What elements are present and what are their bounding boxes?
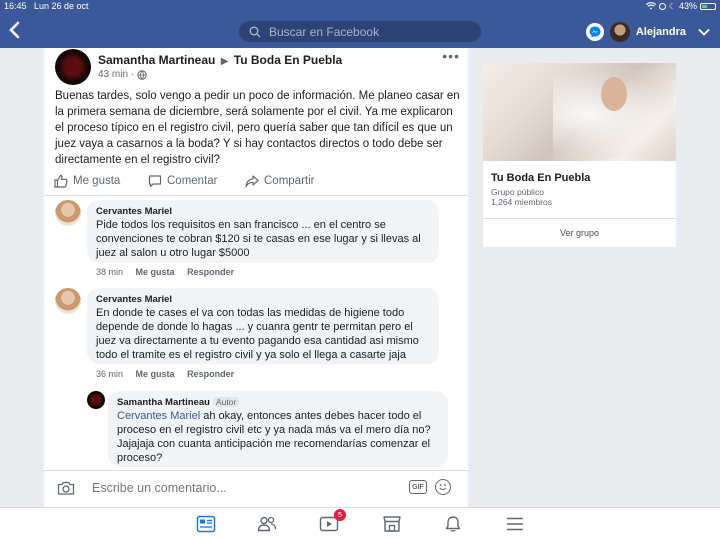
author-avatar[interactable] bbox=[55, 49, 91, 85]
mention-link[interactable]: Cervantes Mariel bbox=[117, 410, 200, 422]
search-bar[interactable]: Buscar en Facebook bbox=[239, 21, 481, 42]
status-indicators: ☾ 43% bbox=[645, 1, 716, 11]
post-author[interactable]: Samantha Martineau bbox=[98, 53, 215, 67]
comment-bubble: Cervantes Mariel En donde te cases el va… bbox=[87, 288, 439, 364]
comment-like-button[interactable]: Me gusta bbox=[136, 369, 175, 379]
user-avatar[interactable] bbox=[609, 22, 630, 42]
comment-text: Pide todos los requisitos en san francis… bbox=[96, 219, 421, 259]
lock-rotation-icon bbox=[658, 2, 666, 10]
author-badge: Autor bbox=[212, 397, 240, 407]
status-time: 16:45 bbox=[4, 1, 27, 11]
post-actions: Me gusta Comentar Compartir bbox=[44, 168, 468, 196]
comment-time: 38 min bbox=[96, 267, 124, 277]
more-options-icon[interactable]: ••• bbox=[442, 48, 460, 64]
news-feed-icon[interactable] bbox=[196, 515, 216, 533]
like-button[interactable]: Me gusta bbox=[54, 174, 120, 188]
post-text: Buenas tardes, solo vengo a pedir un poc… bbox=[55, 90, 460, 166]
user-area[interactable]: Alejandra bbox=[585, 21, 710, 43]
group-type: Grupo público bbox=[491, 187, 544, 197]
chevron-down-icon[interactable] bbox=[698, 28, 710, 36]
post-header: Samantha Martineau ▶ Tu Boda En Puebla 4… bbox=[44, 48, 468, 88]
comment-time: 36 min bbox=[96, 369, 124, 379]
view-group-button[interactable]: Ver grupo bbox=[483, 218, 676, 246]
commenter-name[interactable]: Cervantes Mariel bbox=[96, 205, 430, 218]
post-card: Samantha Martineau ▶ Tu Boda En Puebla 4… bbox=[44, 48, 468, 508]
globe-icon bbox=[137, 69, 148, 80]
comment-reply-button[interactable]: Responder bbox=[187, 369, 234, 379]
commenter-name[interactable]: Cervantes Mariel bbox=[96, 293, 430, 306]
menu-icon[interactable] bbox=[505, 515, 525, 533]
post-author-line: Samantha Martineau ▶ Tu Boda En Puebla bbox=[98, 53, 342, 67]
reply-author-line: Samantha Martineau Autor bbox=[117, 396, 439, 409]
commenter-avatar[interactable] bbox=[55, 200, 81, 226]
thumbs-up-icon bbox=[54, 174, 68, 188]
friends-icon[interactable] bbox=[257, 515, 277, 533]
reply-avatar[interactable] bbox=[87, 391, 105, 409]
comment-input[interactable] bbox=[90, 476, 460, 500]
commenter-avatar[interactable] bbox=[55, 288, 81, 314]
post-group[interactable]: Tu Boda En Puebla bbox=[234, 53, 342, 67]
arrow-right-icon: ▶ bbox=[220, 56, 229, 67]
post-time[interactable]: 43 min bbox=[98, 69, 128, 80]
notifications-bell-icon[interactable] bbox=[443, 515, 463, 533]
emoji-icon[interactable] bbox=[435, 479, 451, 495]
wifi-icon bbox=[645, 2, 656, 10]
comment-like-button[interactable]: Me gusta bbox=[136, 267, 175, 277]
comment-reply-button[interactable]: Responder bbox=[187, 267, 234, 277]
gif-button[interactable]: GIF bbox=[409, 480, 427, 494]
camera-icon[interactable] bbox=[57, 479, 75, 497]
reply-bubble: Samantha Martineau Autor Cervantes Mariel… bbox=[108, 391, 448, 467]
reply-text-block: Cervantes Mariel ah okay, entonces antes… bbox=[117, 409, 439, 465]
bottom-nav: 5 bbox=[0, 507, 720, 540]
status-date: Lun 26 de oct bbox=[34, 1, 89, 11]
group-card: Tu Boda En Puebla Grupo público 1,264 mi… bbox=[483, 63, 676, 247]
share-label: Compartir bbox=[264, 175, 315, 187]
comment-meta: 38 min Me gusta Responder bbox=[96, 267, 244, 277]
meta-dot: · bbox=[131, 69, 135, 80]
reply-author[interactable]: Samantha Martineau bbox=[117, 397, 210, 408]
battery-icon bbox=[700, 2, 716, 10]
share-button[interactable]: Compartir bbox=[245, 174, 314, 188]
marketplace-icon[interactable] bbox=[382, 515, 402, 533]
top-bar: 16:45 Lun 26 de oct ☾ 43% Buscar en Face… bbox=[0, 0, 720, 48]
like-label: Me gusta bbox=[73, 175, 121, 187]
comment-bubble: Cervantes Mariel Pide todos los requisit… bbox=[87, 200, 439, 263]
watch-video-icon[interactable]: 5 bbox=[319, 509, 346, 533]
comment-label: Comentar bbox=[167, 175, 218, 187]
group-name[interactable]: Tu Boda En Puebla bbox=[491, 172, 590, 184]
comment-button[interactable]: Comentar bbox=[148, 174, 218, 188]
group-members: 1,264 miembros bbox=[491, 197, 552, 207]
share-icon bbox=[245, 175, 259, 188]
back-chevron-icon[interactable] bbox=[8, 21, 26, 41]
comment-icon bbox=[148, 175, 162, 188]
comment-meta: 36 min Me gusta Responder bbox=[96, 369, 244, 379]
search-icon bbox=[249, 26, 261, 38]
comment-text: En donde te cases el va con todas las me… bbox=[96, 307, 419, 361]
moon-icon: ☾ bbox=[668, 1, 676, 11]
post-meta: 43 min · bbox=[98, 69, 148, 80]
group-cover-image[interactable] bbox=[483, 63, 676, 161]
comment-composer: GIF bbox=[44, 470, 468, 504]
messenger-icon[interactable] bbox=[585, 23, 604, 41]
search-placeholder: Buscar en Facebook bbox=[269, 24, 380, 39]
video-badge: 5 bbox=[334, 509, 346, 521]
battery-percent: 43% bbox=[678, 1, 697, 11]
user-name[interactable]: Alejandra bbox=[636, 26, 686, 38]
status-bar: 16:45 Lun 26 de oct ☾ 43% bbox=[0, 0, 720, 14]
